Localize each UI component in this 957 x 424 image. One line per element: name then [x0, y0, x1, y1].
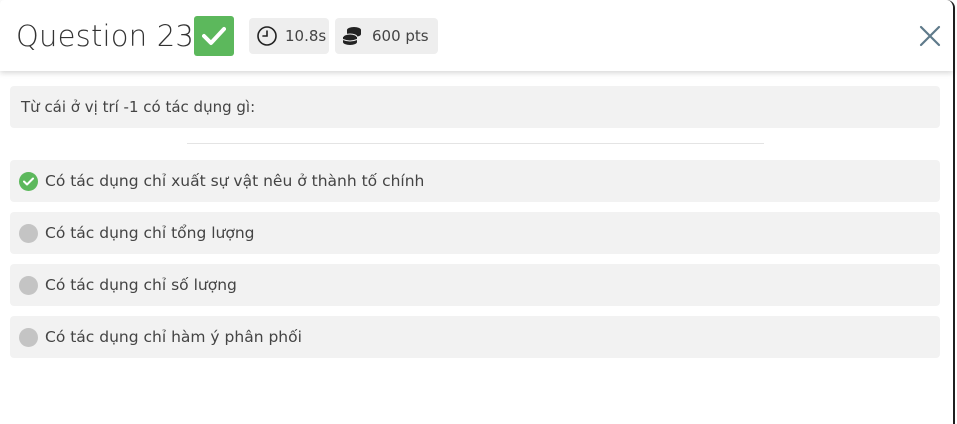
option-2[interactable]: Có tác dụng chỉ tổng lượng	[10, 212, 940, 254]
correct-check-icon	[19, 172, 38, 191]
option-3[interactable]: Có tác dụng chỉ số lượng	[10, 264, 940, 306]
time-chip: 10.8s	[249, 18, 329, 54]
points-value: 600 pts	[372, 27, 429, 45]
question-title: Question 23	[16, 19, 195, 53]
question-text: Từ cái ở vị trí -1 có tác dụng gì:	[21, 98, 256, 116]
question-prompt: Từ cái ở vị trí -1 có tác dụng gì:	[10, 86, 940, 128]
clock-icon	[257, 26, 277, 46]
option-label: Có tác dụng chỉ hàm ý phân phối	[45, 328, 302, 346]
close-icon	[919, 25, 941, 47]
option-1[interactable]: Có tác dụng chỉ xuất sự vật nêu ở thành …	[10, 160, 940, 202]
question-modal: Question 23 10.8s 600 pts Từ cái ở vị tr…	[0, 0, 955, 424]
option-label: Có tác dụng chỉ tổng lượng	[45, 224, 255, 242]
circle-icon	[19, 224, 38, 243]
check-icon	[202, 27, 226, 45]
option-label: Có tác dụng chỉ số lượng	[45, 276, 237, 294]
points-chip: 600 pts	[335, 18, 438, 54]
circle-icon	[19, 328, 38, 347]
correct-badge	[194, 16, 234, 56]
time-value: 10.8s	[285, 27, 327, 45]
option-label: Có tác dụng chỉ xuất sự vật nêu ở thành …	[45, 172, 425, 190]
modal-header: Question 23 10.8s 600 pts	[0, 0, 953, 71]
circle-icon	[19, 276, 38, 295]
close-button[interactable]	[916, 22, 944, 50]
divider	[187, 143, 764, 144]
option-4[interactable]: Có tác dụng chỉ hàm ý phân phối	[10, 316, 940, 358]
coins-icon	[342, 27, 361, 45]
